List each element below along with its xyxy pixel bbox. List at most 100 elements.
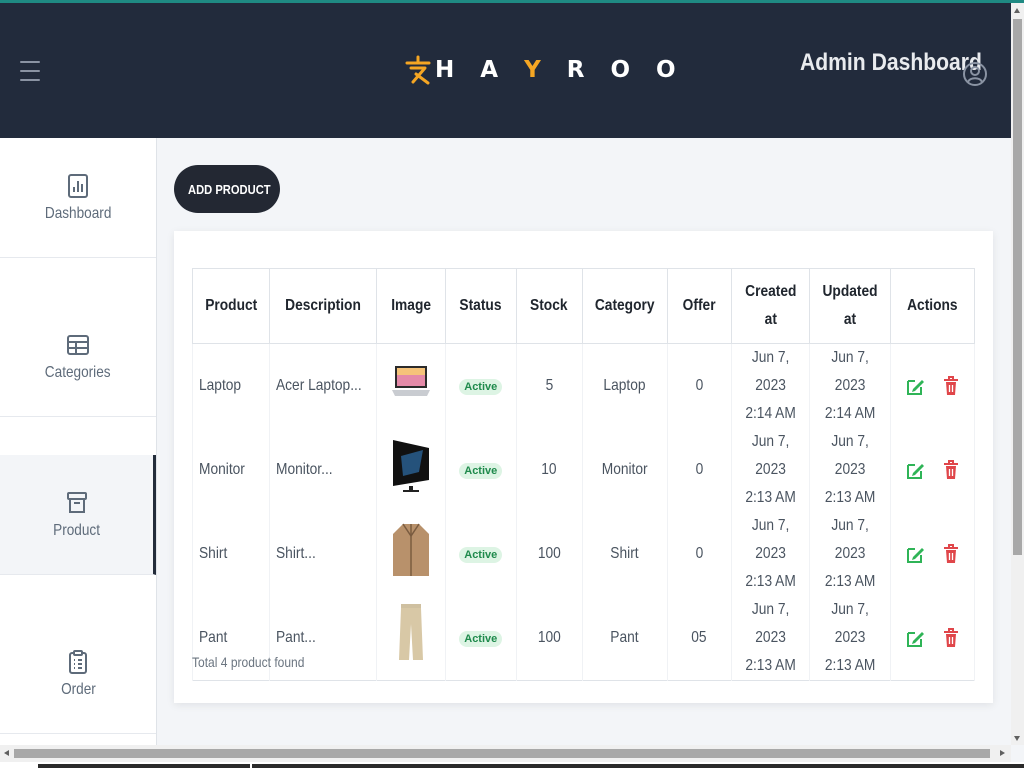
status-cell: Active	[444, 512, 517, 596]
created-at-cell: Jun 7, 2023 2:13 AM	[730, 596, 810, 681]
user-account-icon[interactable]	[962, 59, 988, 89]
category-cell: Shirt	[581, 512, 668, 596]
archive-icon	[66, 491, 87, 513]
horizontal-scroll-thumb[interactable]	[14, 749, 990, 758]
column-header: Category	[581, 268, 668, 344]
sidebar: Dashboard Categories Product Order	[0, 138, 157, 746]
created-at-cell: Jun 7, 2023 2:13 AM	[730, 512, 810, 596]
image-cell	[375, 512, 446, 596]
category-cell: Monitor	[581, 428, 668, 512]
product-image	[389, 366, 433, 414]
column-header: Product	[191, 268, 271, 344]
offer-cell: 05	[666, 596, 732, 681]
offer-cell: 0	[666, 343, 732, 428]
scroll-down-icon[interactable]	[1014, 736, 1020, 741]
horizontal-scrollbar[interactable]	[0, 745, 1011, 762]
status-cell: Active	[444, 596, 517, 681]
status-badge: Active	[459, 379, 503, 395]
menu-icon[interactable]	[20, 61, 40, 83]
actions-cell	[890, 343, 975, 428]
updated-at-cell: Jun 7, 2023 2:13 AM	[808, 596, 892, 681]
description-cell: Acer Laptop...	[269, 343, 377, 428]
column-header: Stock	[515, 268, 583, 344]
product-name-cell: Shirt	[191, 512, 271, 596]
image-cell	[375, 428, 446, 512]
status-badge: Active	[459, 547, 503, 563]
sidebar-item-order[interactable]: Order	[0, 614, 156, 734]
sidebar-item-label: Order	[60, 680, 96, 698]
sidebar-item-label: Dashboard	[44, 204, 112, 222]
column-header: Updated at	[808, 268, 892, 344]
scroll-up-icon[interactable]	[1014, 8, 1020, 13]
vertical-scrollbar[interactable]	[1011, 3, 1024, 745]
status-badge: Active	[459, 463, 503, 479]
column-header: Created at	[730, 268, 810, 344]
delete-icon[interactable]	[941, 459, 961, 481]
edit-icon[interactable]	[905, 459, 925, 481]
sidebar-item-categories[interactable]: Categories	[0, 297, 156, 417]
stock-cell: 5	[515, 343, 583, 428]
edit-icon[interactable]	[905, 543, 925, 565]
scroll-left-icon[interactable]	[4, 750, 9, 756]
status-badge: Active	[459, 631, 503, 647]
column-header: Image	[375, 268, 446, 344]
table-row[interactable]: Pant Pant... Active 100 Pant 05 Jun 7, 2023 2:…	[191, 596, 975, 681]
column-header: Offer	[666, 268, 732, 344]
table-row[interactable]: Monitor Monitor... Active 10 Monitor 0 Jun 7, …	[191, 428, 975, 512]
description-cell: Monitor...	[269, 428, 377, 512]
offer-cell: 0	[666, 512, 732, 596]
created-at-cell: Jun 7, 2023 2:14 AM	[730, 343, 810, 428]
product-image	[389, 523, 433, 582]
delete-icon[interactable]	[941, 627, 961, 649]
column-header: Actions	[890, 268, 975, 344]
offer-cell: 0	[666, 428, 732, 512]
image-cell	[375, 343, 446, 428]
vertical-scroll-thumb[interactable]	[1013, 19, 1022, 555]
sidebar-item-label: Product	[53, 521, 100, 539]
result-count: Total 4 product found	[192, 654, 305, 670]
edit-icon[interactable]	[905, 627, 925, 649]
stock-cell: 100	[515, 512, 583, 596]
sidebar-item-label: Categories	[45, 363, 111, 381]
bar-chart-icon	[68, 173, 88, 198]
table-icon	[67, 334, 89, 355]
top-header: H A Y R O O Admin Dashboard	[0, 3, 1011, 138]
stock-cell: 100	[515, 596, 583, 681]
image-cell	[375, 596, 446, 681]
product-name-cell: Laptop	[191, 343, 271, 428]
category-cell: Laptop	[581, 343, 668, 428]
sidebar-item-product[interactable]: Product	[0, 455, 156, 575]
product-image	[389, 604, 433, 666]
status-cell: Active	[444, 343, 517, 428]
page-title: Admin Dashboard	[800, 49, 982, 76]
scroll-right-icon[interactable]	[1000, 750, 1005, 756]
table-header-row: Product Description Image Status Stock Catego…	[191, 268, 975, 344]
product-name-cell: Monitor	[191, 428, 271, 512]
actions-cell	[890, 428, 975, 512]
category-cell: Pant	[581, 596, 668, 681]
updated-at-cell: Jun 7, 2023 2:14 AM	[808, 343, 892, 428]
description-cell: Shirt...	[269, 512, 377, 596]
delete-icon[interactable]	[941, 543, 961, 565]
delete-icon[interactable]	[941, 375, 961, 397]
column-header: Status	[444, 268, 517, 344]
add-product-button[interactable]: ADD PRODUCT	[174, 165, 280, 213]
actions-cell	[890, 596, 975, 681]
logo-text: H A Y R O O	[435, 57, 685, 83]
updated-at-cell: Jun 7, 2023 2:13 AM	[808, 512, 892, 596]
status-cell: Active	[444, 428, 517, 512]
created-at-cell: Jun 7, 2023 2:13 AM	[730, 428, 810, 512]
actions-cell	[890, 512, 975, 596]
stock-cell: 10	[515, 428, 583, 512]
taskbar-strip	[0, 762, 1024, 768]
updated-at-cell: Jun 7, 2023 2:13 AM	[808, 428, 892, 512]
add-product-label: ADD PRODUCT	[188, 181, 271, 197]
table-row[interactable]: Laptop Acer Laptop... Active 5 Laptop 0 Jun 7,…	[191, 343, 975, 428]
product-image	[389, 440, 433, 498]
sidebar-item-dashboard[interactable]: Dashboard	[0, 138, 156, 258]
edit-icon[interactable]	[905, 375, 925, 397]
brand-logo[interactable]: H A Y R O O	[403, 53, 685, 87]
products-card: Product Description Image Status Stock Catego…	[174, 231, 993, 703]
table-row[interactable]: Shirt Shirt... Active 100 Shirt 0 Jun 7, 2023 …	[191, 512, 975, 596]
column-header: Description	[269, 268, 377, 344]
